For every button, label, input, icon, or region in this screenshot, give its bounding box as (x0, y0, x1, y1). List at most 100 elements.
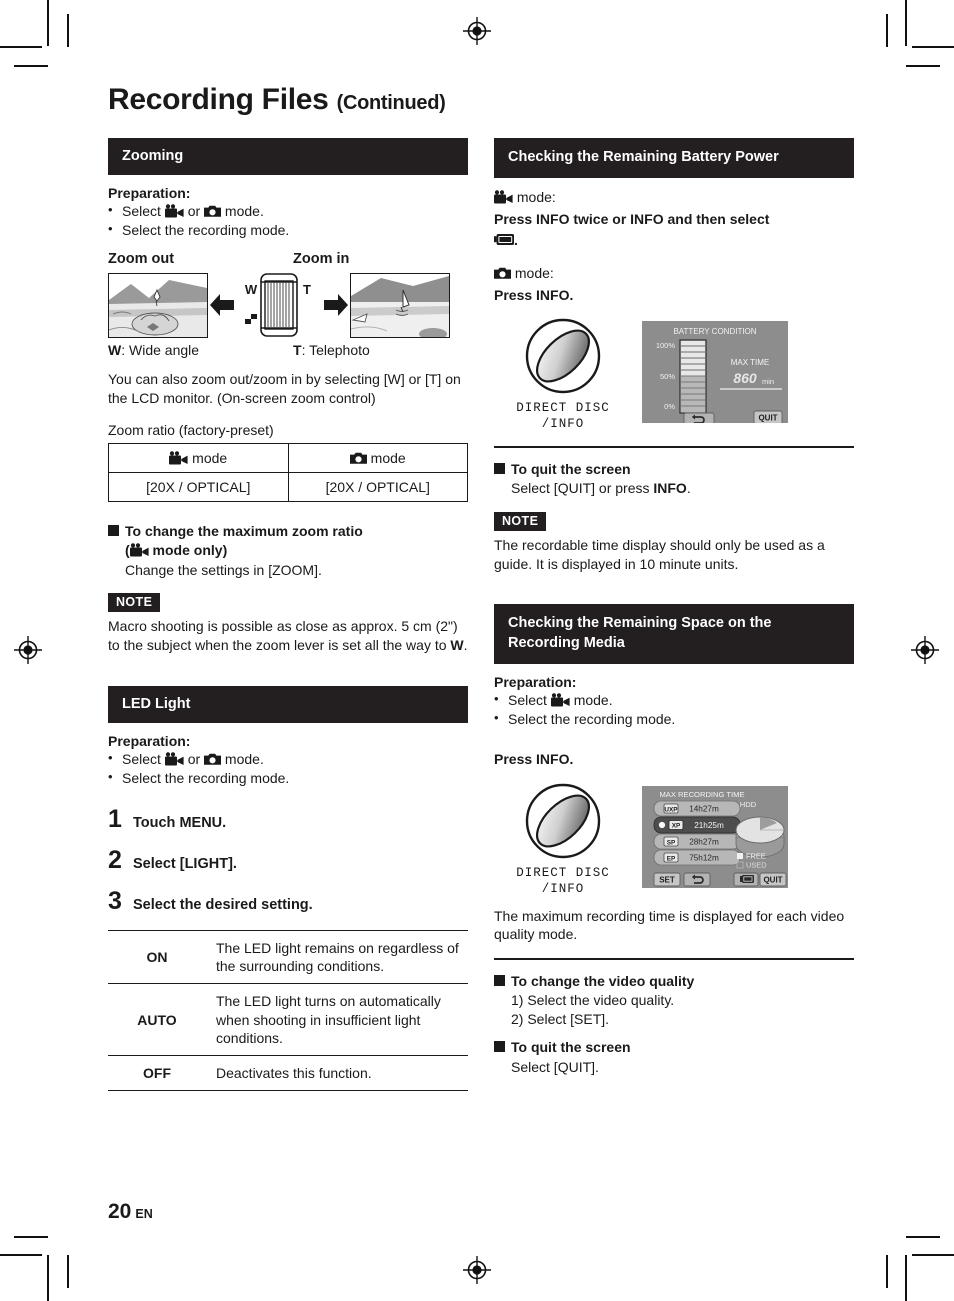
battery-photo-instruction: Press INFO. (494, 286, 574, 303)
video-mode-icon (494, 190, 513, 204)
page-number-value: 20 (108, 1200, 132, 1223)
media-screen-figure: DIRECT DISC /INFO MAX RECORDING TIME HDD… (494, 778, 854, 897)
crop-mark-tr-v2 (886, 14, 888, 47)
info-button-caption-line1: DIRECT DISC (516, 865, 610, 880)
battery-quit-heading: To quit the screen (494, 460, 854, 478)
divider (494, 957, 854, 960)
crop-mark-bl-v (47, 1255, 49, 1301)
led-preparation-list: Select or mode. Select the recording mod… (108, 749, 468, 787)
quality-time-sp: 28h27m (689, 838, 719, 847)
battery-video-mode-label: mode: (494, 188, 854, 207)
zoom-ratio-value-video: [20X / OPTICAL] (108, 471, 289, 502)
back-button (683, 872, 711, 887)
crop-mark-br-h (912, 1254, 954, 1256)
crop-mark-tl-h (0, 46, 42, 48)
registration-mark-right (911, 636, 939, 664)
zoom-out-arrow-icon (208, 292, 236, 318)
quality-label-sp: SP (667, 840, 676, 847)
step-number: 1 (108, 805, 122, 834)
media-lcd-title: MAX RECORDING TIME (659, 790, 744, 799)
page-title-main: Recording Files (108, 83, 329, 116)
zooming-preparation-list: Select or mode. Select the recording mod… (108, 201, 468, 239)
registration-mark-left (14, 636, 42, 664)
section-heading-led-light: LED Light (108, 685, 468, 724)
step-text: Select the desired setting. (133, 897, 313, 914)
table-row: OFF Deactivates this function. (108, 1055, 468, 1092)
quality-time-xp: 21h25m (694, 821, 724, 830)
battery-video-instruction: Press INFO twice or INFO and then select (494, 210, 770, 227)
change-max-zoom-body: Change the settings in [ZOOM]. (125, 561, 322, 578)
section-heading-battery: Checking the Remaining Battery Power (494, 137, 854, 179)
led-setting-key: OFF (108, 1055, 206, 1092)
battery-video-instruction-icon-line: . (494, 231, 854, 250)
legend-label-used: USED (746, 861, 767, 870)
battery-max-time-value: 860 (733, 370, 757, 386)
crop-mark-tl-v (47, 0, 49, 46)
info-button-illustration: DIRECT DISC /INFO (494, 778, 632, 897)
battery-icon (740, 875, 754, 884)
info-button-caption-line2: /INFO (541, 417, 585, 432)
media-hdd-label: HDD (740, 800, 757, 809)
crop-mark-tr-h (912, 46, 954, 48)
page-title: Recording Files (Continued) (108, 84, 854, 116)
change-video-quality-heading: To change the video quality (494, 972, 854, 990)
quality-label-xp: XP (672, 823, 681, 830)
media-press-info: Press INFO. (494, 751, 574, 768)
legend-swatch-used (736, 861, 744, 869)
crop-mark-br-h2 (906, 1236, 940, 1238)
zoom-ratio-value-photo: [20X / OPTICAL] (287, 471, 468, 502)
media-preparation-label: Preparation: (494, 674, 577, 691)
led-settings-table: ON The LED light remains on regardless o… (108, 930, 468, 1092)
battery-note-body: The recordable time display should only … (494, 536, 825, 572)
list-item: Select the recording mode. (108, 220, 468, 239)
legend-label-free: FREE (746, 852, 766, 861)
led-step-2: 2 Select [LIGHT]. (108, 848, 468, 873)
square-bullet-icon (494, 974, 505, 986)
zoom-ratio-header-photo: mode (287, 442, 468, 473)
media-quit-heading: To quit the screen (494, 1038, 854, 1056)
divider (494, 445, 854, 448)
battery-screen-figure: DIRECT DISC /INFO BATTERY CONDITION 100%… (494, 313, 854, 432)
selection-indicator (658, 822, 666, 829)
crop-mark-bl-h (0, 1254, 42, 1256)
zooming-preparation-label: Preparation: (108, 185, 191, 202)
led-step-1: 1 Touch MENU. (108, 807, 468, 832)
crop-mark-tr-v (905, 0, 907, 46)
zoom-lever-illustration: W T (239, 272, 319, 338)
led-setting-key: ON (108, 930, 206, 985)
lever-t-label: T (303, 282, 311, 297)
list-item: Select mode. (494, 690, 854, 709)
quality-label-uxp: UXP (664, 807, 678, 814)
step-text: Touch MENU. (133, 815, 227, 832)
step-number: 2 (108, 846, 122, 875)
page-title-suffix: (Continued) (336, 92, 446, 114)
photo-mode-icon (349, 451, 367, 465)
quality-label-ep: EP (667, 856, 676, 863)
led-setting-desc: The LED light turns on automatically whe… (206, 983, 468, 1057)
crop-mark-bl-h2 (14, 1236, 48, 1238)
crop-mark-tl-h2 (14, 65, 48, 67)
quality-time-ep: 75h12m (689, 854, 719, 863)
battery-max-time-label: MAX TIME (731, 358, 770, 367)
list-item: 2) Select [SET]. (511, 1010, 610, 1027)
table-row: [20X / OPTICAL] [20X / OPTICAL] (108, 471, 468, 502)
info-button-illustration: DIRECT DISC /INFO (494, 313, 632, 432)
list-item: Select the recording mode. (494, 709, 854, 728)
back-button (683, 413, 715, 424)
section-heading-zooming: Zooming (108, 137, 468, 176)
led-setting-key: AUTO (108, 983, 206, 1057)
battery-scale-50: 50% (660, 372, 675, 381)
battery-condition-lcd-screen: BATTERY CONDITION 100% 50% 0% MAX TIME 8… (642, 321, 788, 424)
prep-text: or (183, 203, 205, 220)
list-item: 1) Select the video quality. (511, 992, 675, 1009)
media-quit-body: Select [QUIT]. (511, 1058, 599, 1075)
crop-mark-tr-h2 (906, 65, 940, 67)
led-setting-desc: The LED light remains on regardless of t… (206, 930, 468, 985)
photo-mode-icon (494, 266, 511, 280)
registration-mark-bottom (463, 1256, 491, 1284)
video-mode-icon (169, 451, 188, 465)
table-row: mode mode (108, 442, 468, 473)
media-preparation-list: Select mode. Select the recording mode. (494, 690, 854, 728)
crop-mark-br-v (905, 1255, 907, 1301)
led-step-3: 3 Select the desired setting. (108, 889, 468, 914)
